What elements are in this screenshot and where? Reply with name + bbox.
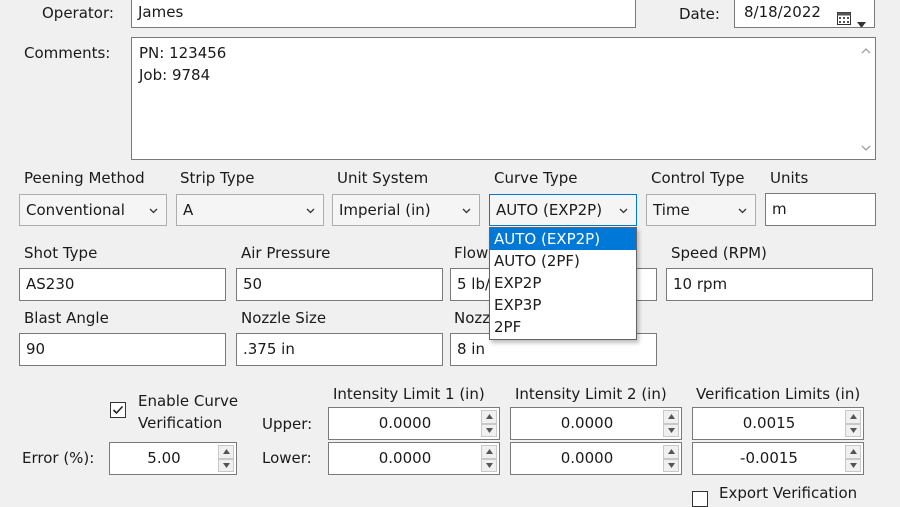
comments-label: Comments: — [24, 44, 111, 62]
verification-limits-header: Verification Limits (in) — [696, 385, 861, 403]
chevron-down-icon — [619, 208, 628, 214]
date-label: Date: — [679, 5, 720, 23]
spin-up-icon[interactable] — [845, 445, 861, 459]
flow-label: Flow — [454, 244, 489, 262]
spin-up-icon[interactable] — [663, 445, 679, 459]
shot-type-input[interactable]: AS230 — [19, 268, 226, 301]
operator-label: Operator: — [42, 4, 114, 22]
control-type-label: Control Type — [651, 169, 745, 187]
units-input[interactable]: m — [765, 193, 876, 226]
date-value: 8/18/2022 — [744, 3, 821, 21]
curve-type-value: AUTO (EXP2P) — [496, 201, 603, 219]
error-spinner[interactable]: 5.00 — [109, 442, 237, 475]
enable-verification-label-1: Enable Curve — [138, 392, 239, 410]
spin-down-icon[interactable] — [218, 458, 234, 472]
verification-upper-value: 0.0015 — [742, 414, 796, 432]
limit1-lower-spinner[interactable]: 0.0000 — [328, 442, 500, 475]
lower-label: Lower: — [262, 449, 312, 467]
comments-line-1: PN: 123456 — [139, 44, 227, 62]
limit1-lower-value: 0.0000 — [378, 449, 432, 467]
nozzle-size-input[interactable]: .375 in — [236, 333, 443, 366]
spin-down-icon[interactable] — [481, 423, 497, 437]
export-verification-label: Export Verification — [719, 484, 858, 502]
enable-verification-label-2: Verification — [138, 414, 223, 432]
spin-down-icon[interactable] — [663, 458, 679, 472]
air-pressure-label: Air Pressure — [241, 244, 331, 262]
unit-system-label: Unit System — [337, 169, 429, 187]
curve-type-label: Curve Type — [494, 169, 578, 187]
chevron-down-icon[interactable] — [857, 8, 866, 27]
strip-type-select[interactable]: A — [176, 194, 324, 226]
curve-option-auto-exp2p[interactable]: AUTO (EXP2P) — [490, 228, 636, 250]
spin-down-icon[interactable] — [481, 458, 497, 472]
curve-option-exp2p[interactable]: EXP2P — [490, 272, 636, 294]
limit1-upper-spinner[interactable]: 0.0000 — [328, 407, 500, 440]
limit2-lower-spinner[interactable]: 0.0000 — [510, 442, 682, 475]
spin-down-icon[interactable] — [845, 423, 861, 437]
verification-lower-value: -0.0015 — [740, 449, 798, 467]
error-value: 5.00 — [147, 449, 181, 467]
limit2-lower-value: 0.0000 — [560, 449, 614, 467]
shot-type-label: Shot Type — [24, 244, 98, 262]
chevron-down-icon — [306, 208, 315, 214]
curve-option-exp3p[interactable]: EXP3P — [490, 294, 636, 316]
scroll-up-icon[interactable] — [861, 48, 871, 54]
control-type-select[interactable]: Time — [646, 194, 756, 226]
scroll-down-icon[interactable] — [861, 145, 871, 151]
chevron-down-icon — [149, 208, 158, 214]
intensity-limit-1-header: Intensity Limit 1 (in) — [333, 385, 485, 403]
enable-verification-checkbox[interactable] — [110, 402, 126, 418]
curve-type-dropdown[interactable]: AUTO (EXP2P) AUTO (2PF) EXP2P EXP3P 2PF — [489, 227, 637, 340]
unit-system-value: Imperial (in) — [339, 201, 431, 219]
spin-down-icon[interactable] — [663, 423, 679, 437]
checkmark-icon — [112, 405, 124, 415]
units-label: Units — [770, 169, 809, 187]
upper-label: Upper: — [262, 415, 313, 433]
control-type-value: Time — [653, 201, 690, 219]
blast-angle-label: Blast Angle — [24, 309, 109, 327]
blast-angle-input[interactable]: 90 — [19, 333, 226, 366]
export-verification-checkbox[interactable] — [692, 491, 708, 507]
curve-option-2pf[interactable]: 2PF — [490, 316, 636, 338]
speed-input[interactable]: 10 rpm — [666, 268, 873, 301]
peening-method-label: Peening Method — [24, 169, 145, 187]
intensity-limit-2-header: Intensity Limit 2 (in) — [515, 385, 667, 403]
strip-type-label: Strip Type — [180, 169, 255, 187]
date-picker[interactable]: 8/18/2022 — [734, 0, 875, 28]
calendar-icon[interactable] — [837, 5, 851, 25]
comments-line-2: Job: 9784 — [139, 66, 211, 84]
spin-up-icon[interactable] — [481, 445, 497, 459]
nozzle-other-label: Nozz — [454, 309, 491, 327]
comments-textarea[interactable]: PN: 123456 Job: 9784 — [131, 37, 876, 160]
unit-system-select[interactable]: Imperial (in) — [332, 194, 480, 226]
spin-up-icon[interactable] — [845, 410, 861, 424]
operator-input[interactable]: James — [131, 0, 636, 28]
spin-up-icon[interactable] — [663, 410, 679, 424]
verification-upper-spinner[interactable]: 0.0015 — [692, 407, 864, 440]
limit1-upper-value: 0.0000 — [378, 414, 432, 432]
comments-scrollbar[interactable] — [857, 38, 875, 159]
strip-type-value: A — [183, 201, 194, 219]
spin-up-icon[interactable] — [218, 445, 234, 459]
spin-down-icon[interactable] — [845, 458, 861, 472]
chevron-down-icon — [462, 208, 471, 214]
limit2-upper-spinner[interactable]: 0.0000 — [510, 407, 682, 440]
spin-up-icon[interactable] — [481, 410, 497, 424]
error-label: Error (%): — [22, 449, 95, 467]
chevron-down-icon — [738, 208, 747, 214]
curve-type-select[interactable]: AUTO (EXP2P) — [489, 194, 637, 226]
limit2-upper-value: 0.0000 — [560, 414, 614, 432]
speed-label: Speed (RPM) — [671, 244, 767, 262]
peening-method-value: Conventional — [26, 201, 125, 219]
nozzle-size-label: Nozzle Size — [241, 309, 327, 327]
curve-option-auto-2pf[interactable]: AUTO (2PF) — [490, 250, 636, 272]
peening-method-select[interactable]: Conventional — [19, 194, 167, 226]
verification-lower-spinner[interactable]: -0.0015 — [692, 442, 864, 475]
air-pressure-input[interactable]: 50 — [236, 268, 443, 301]
